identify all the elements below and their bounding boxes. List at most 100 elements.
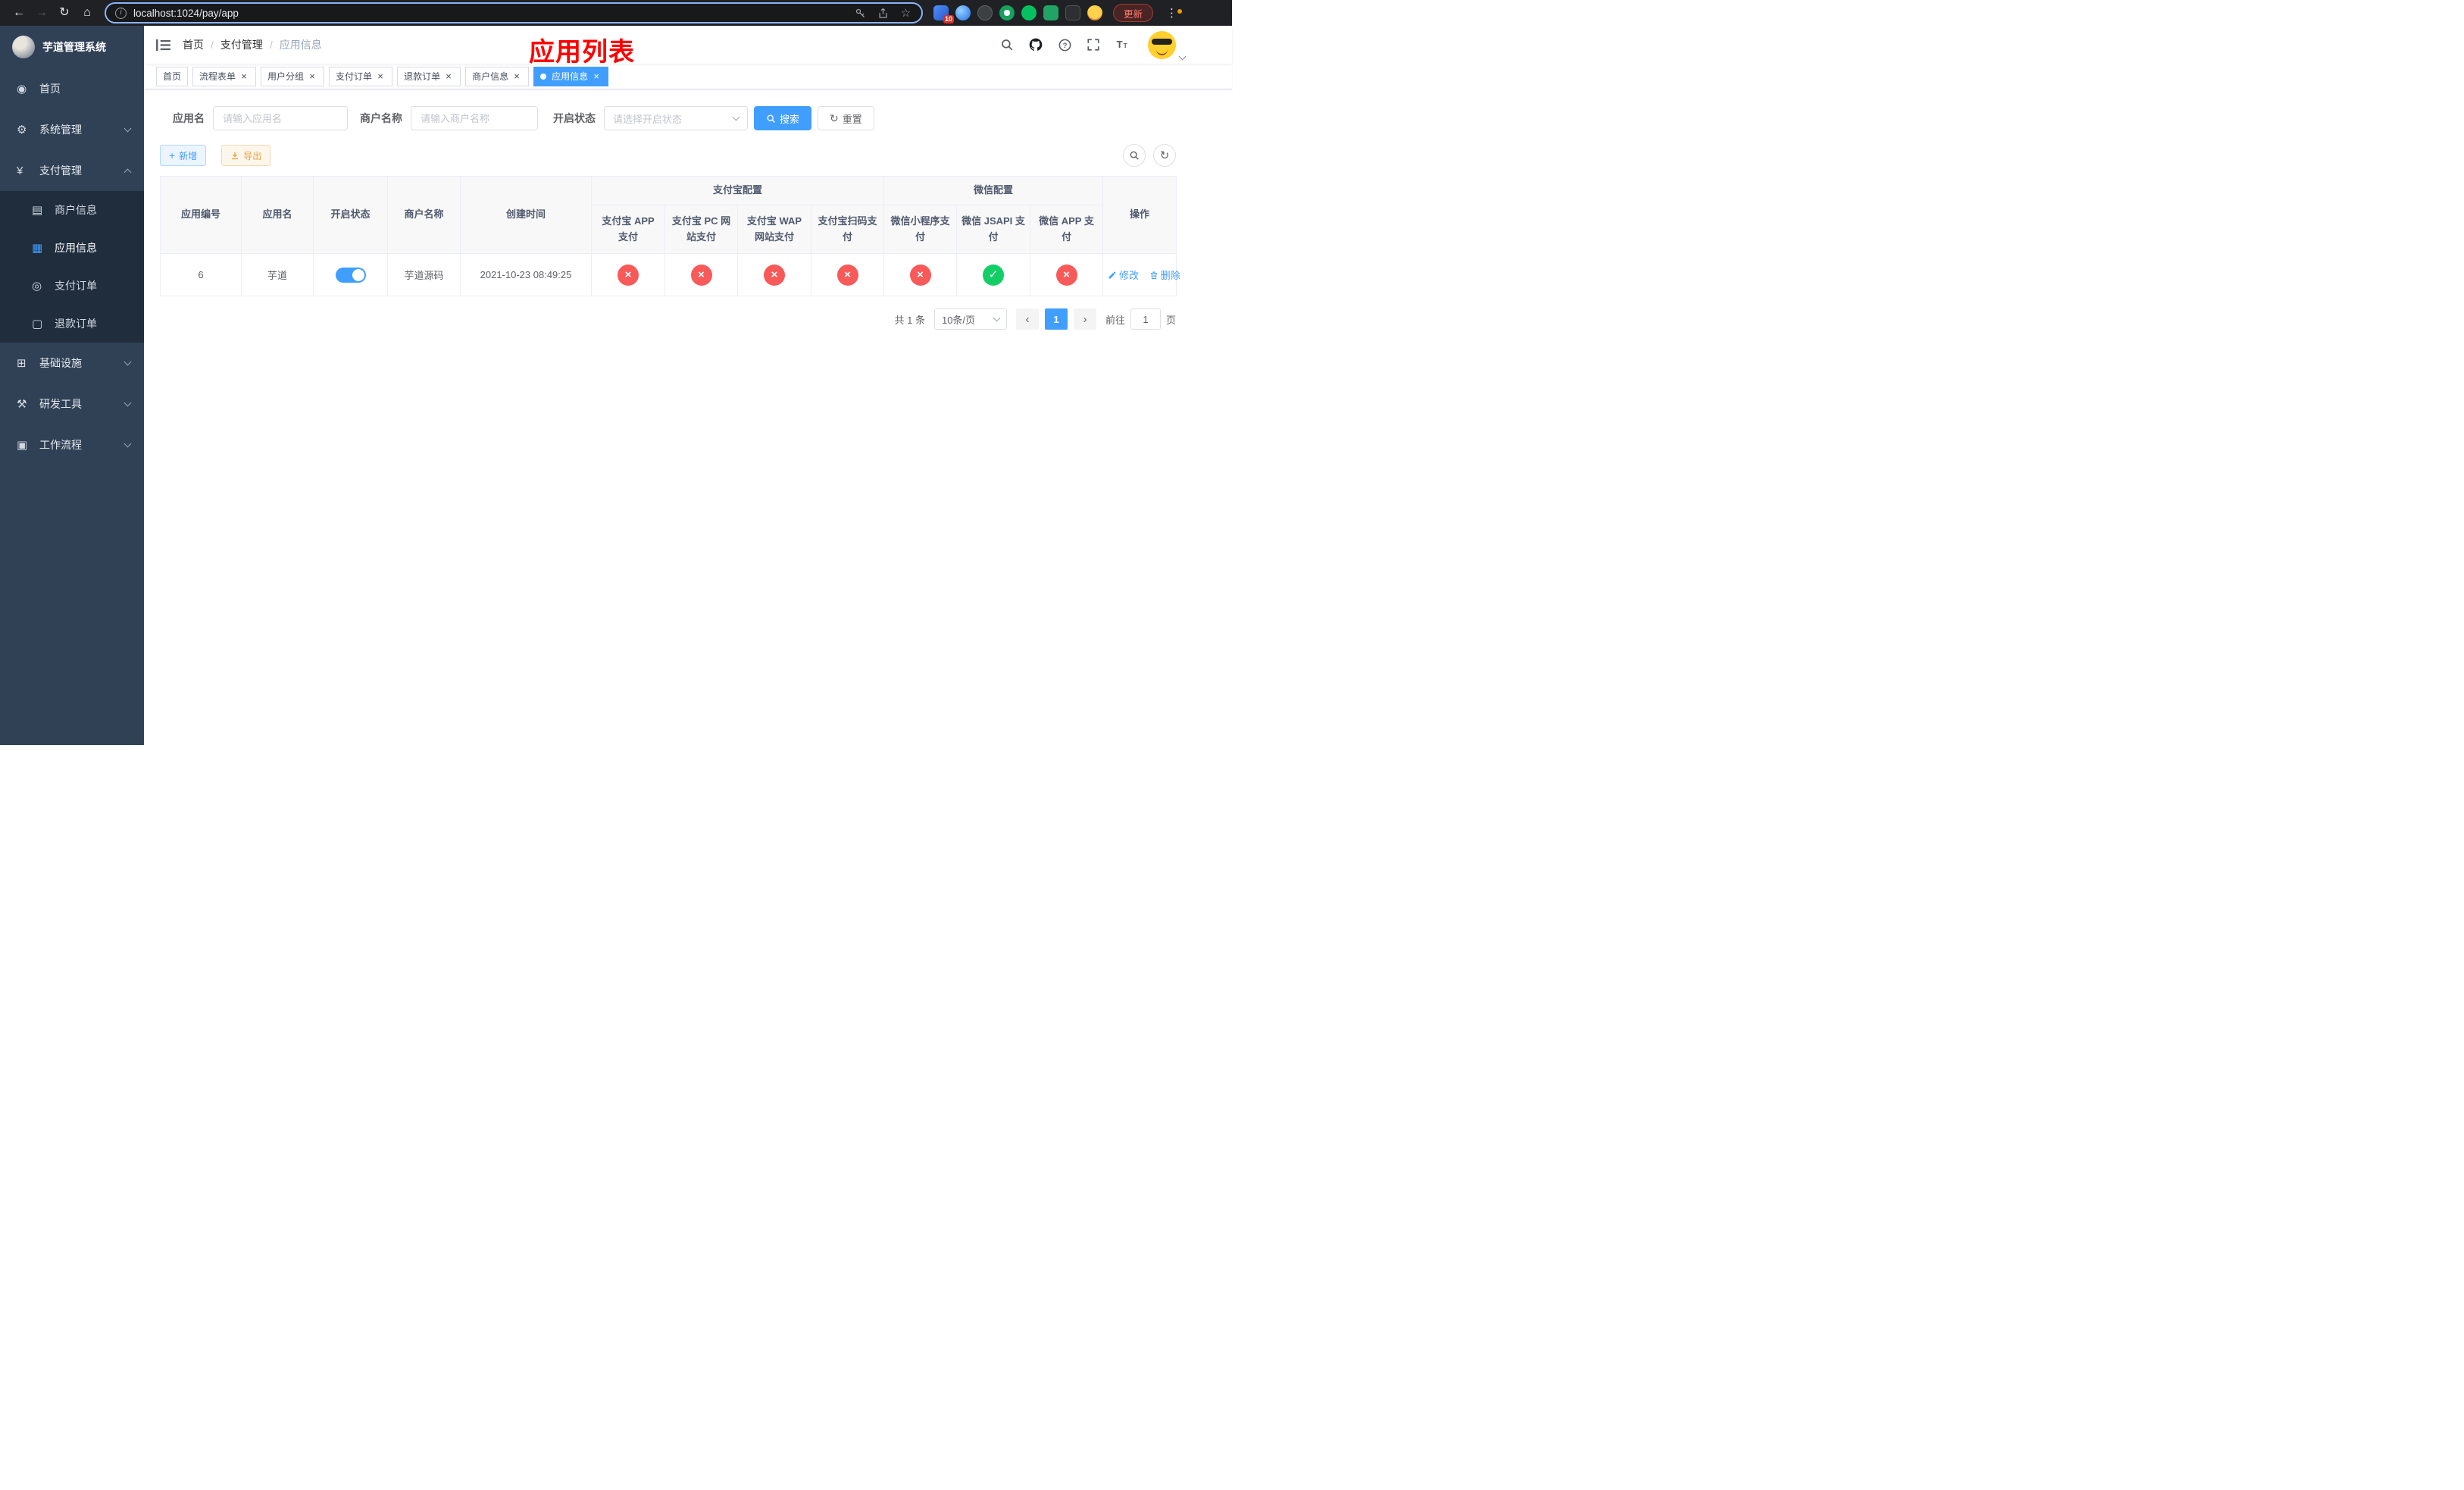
svg-text:?: ? (1062, 42, 1067, 50)
tab-home[interactable]: 首页 (156, 66, 189, 86)
address-bar[interactable]: i localhost:1024/pay/app ☆ (105, 2, 923, 23)
app-logo[interactable]: 芋道管理系统 (0, 26, 144, 68)
close-icon[interactable]: × (375, 71, 386, 82)
delete-link[interactable]: 删除 (1149, 268, 1180, 282)
close-icon[interactable]: × (307, 71, 317, 82)
github-icon[interactable] (1027, 36, 1045, 54)
browser-back-icon[interactable]: ← (8, 0, 30, 26)
refresh-icon: ↻ (830, 112, 839, 124)
tab-app-info[interactable]: 应用信息 × (533, 66, 609, 86)
card-icon: ▤ (32, 204, 43, 217)
browser-reload-icon[interactable]: ↻ (53, 0, 76, 26)
sidebar: 芋道管理系统 ◉ 首页 ⚙ 系统管理 ¥ 支付管理 ▤ 商户信息 ▦ 应用信息 … (0, 26, 144, 745)
next-page-button[interactable]: › (1073, 308, 1096, 330)
sidebar-item-workflow[interactable]: ▣ 工作流程 (0, 424, 144, 465)
close-icon[interactable]: × (511, 71, 522, 82)
col-header-alipay-app: 支付宝 APP 支付 (591, 205, 665, 254)
goto-unit: 页 (1165, 314, 1176, 326)
app-shell: 芋道管理系统 ◉ 首页 ⚙ 系统管理 ¥ 支付管理 ▤ 商户信息 ▦ 应用信息 … (0, 26, 1232, 745)
status-label: 开启状态 (553, 112, 596, 124)
chevron-down-icon (1178, 52, 1187, 60)
status-select[interactable]: 请选择开启状态 (604, 106, 748, 130)
search-icon[interactable] (998, 36, 1016, 54)
close-icon[interactable]: × (239, 71, 249, 82)
tab-refund-order[interactable]: 退款订单 × (397, 66, 461, 86)
extension-icon[interactable] (955, 5, 971, 20)
extension-icon[interactable] (1021, 5, 1037, 20)
browser-menu-icon[interactable]: ⋮ (1162, 6, 1183, 20)
bookmark-star-icon[interactable]: ☆ (899, 7, 912, 20)
breadcrumb: 首页 / 支付管理 / 应用信息 (183, 37, 322, 52)
add-button[interactable]: + 新增 (160, 145, 207, 166)
extension-icon[interactable] (999, 5, 1015, 20)
tab-pay-order[interactable]: 支付订单 × (329, 66, 393, 86)
share-icon[interactable] (877, 7, 890, 20)
col-header-merchant: 商户名称 (387, 176, 461, 254)
page-1-button[interactable]: 1 (1044, 308, 1068, 330)
tab-merchant-info[interactable]: 商户信息 × (465, 66, 530, 86)
reset-button[interactable]: ↻ 重置 (818, 106, 874, 130)
tab-process-form[interactable]: 流程表单 × (192, 66, 257, 86)
search-button[interactable]: 搜索 (754, 106, 812, 130)
close-icon[interactable]: × (443, 71, 454, 82)
sidebar-fold-icon[interactable] (156, 39, 170, 52)
group-header-alipay: 支付宝配置 (590, 176, 885, 205)
yen-icon: ¥ (17, 164, 23, 177)
extension-icon[interactable] (1087, 5, 1102, 20)
toggle-search-button[interactable] (1123, 144, 1146, 167)
close-icon[interactable]: × (591, 71, 602, 82)
page-content: 应用名 商户名称 开启状态 请选择开启状态 搜索 (144, 89, 1232, 745)
monitor-icon: ⊞ (17, 357, 27, 370)
tab-user-group[interactable]: 用户分组 × (261, 66, 325, 86)
url-text[interactable]: localhost:1024/pay/app (133, 8, 854, 19)
sidebar-item-home[interactable]: ◉ 首页 (0, 68, 144, 109)
edit-link[interactable]: 修改 (1108, 268, 1139, 282)
browser-forward-icon[interactable]: → (30, 0, 53, 26)
gear-icon: ⚙ (17, 124, 27, 136)
sidebar-item-system[interactable]: ⚙ 系统管理 (0, 109, 144, 150)
chevron-down-icon (993, 314, 1001, 322)
user-menu[interactable] (1148, 30, 1187, 60)
app-name-input[interactable] (213, 106, 348, 130)
breadcrumb-payment[interactable]: 支付管理 (220, 37, 263, 52)
page-size-select[interactable]: 10条/页 (933, 308, 1007, 330)
goto-page-input[interactable] (1130, 308, 1161, 330)
sidebar-item-pay-order[interactable]: ◎ 支付订单 (0, 267, 144, 305)
goto-label: 前往 (1105, 314, 1125, 326)
col-header-app-name: 应用名 (241, 176, 314, 254)
top-navbar: 首页 / 支付管理 / 应用信息 应用列表 ? T T (144, 26, 1232, 67)
sidebar-item-payment[interactable]: ¥ 支付管理 (0, 150, 144, 191)
logo-image (12, 36, 35, 58)
avatar[interactable] (1148, 30, 1176, 59)
extension-icon[interactable] (977, 5, 993, 20)
refresh-table-button[interactable]: ↻ (1153, 144, 1176, 167)
cell-app-name: 芋道 (241, 253, 314, 296)
puzzle-extensions-icon[interactable] (1065, 5, 1080, 20)
extension-icon[interactable] (1043, 5, 1058, 20)
chevron-up-icon (124, 168, 132, 176)
table-row: 6 芋道 芋道源码 2021-10-23 08:49:25 × × × × × … (160, 253, 1180, 296)
fullscreen-icon[interactable] (1084, 36, 1102, 54)
sidebar-item-merchant-info[interactable]: ▤ 商户信息 (0, 191, 144, 229)
sidebar-item-refund-order[interactable]: ▢ 退款订单 (0, 305, 144, 343)
site-info-icon[interactable]: i (115, 7, 127, 19)
alipay-wap-status-icon: × (764, 264, 785, 286)
breadcrumb-home[interactable]: 首页 (183, 37, 204, 52)
main-area: 首页 / 支付管理 / 应用信息 应用列表 ? T T 首页 流程表单 × 用户… (144, 26, 1232, 745)
sidebar-item-infrastructure[interactable]: ⊞ 基础设施 (0, 343, 144, 383)
wx-app-status-icon: × (1055, 264, 1077, 286)
password-key-icon[interactable] (854, 7, 867, 20)
browser-home-icon[interactable]: ⌂ (76, 0, 98, 26)
help-icon[interactable]: ? (1055, 36, 1074, 54)
sidebar-item-app-info[interactable]: ▦ 应用信息 (0, 229, 144, 267)
prev-page-button[interactable]: ‹ (1015, 308, 1039, 330)
browser-update-button[interactable]: 更新 (1113, 4, 1154, 22)
sidebar-item-dev-tools[interactable]: ⚒ 研发工具 (0, 383, 144, 424)
font-size-icon[interactable]: TT (1113, 36, 1131, 54)
extension-icon[interactable]: 10 (933, 5, 954, 23)
alipay-app-status-icon: × (618, 264, 639, 286)
chevron-down-icon (732, 113, 740, 121)
export-button[interactable]: 导出 (221, 145, 271, 166)
status-switch[interactable] (335, 267, 366, 283)
merchant-name-input[interactable] (411, 106, 538, 130)
